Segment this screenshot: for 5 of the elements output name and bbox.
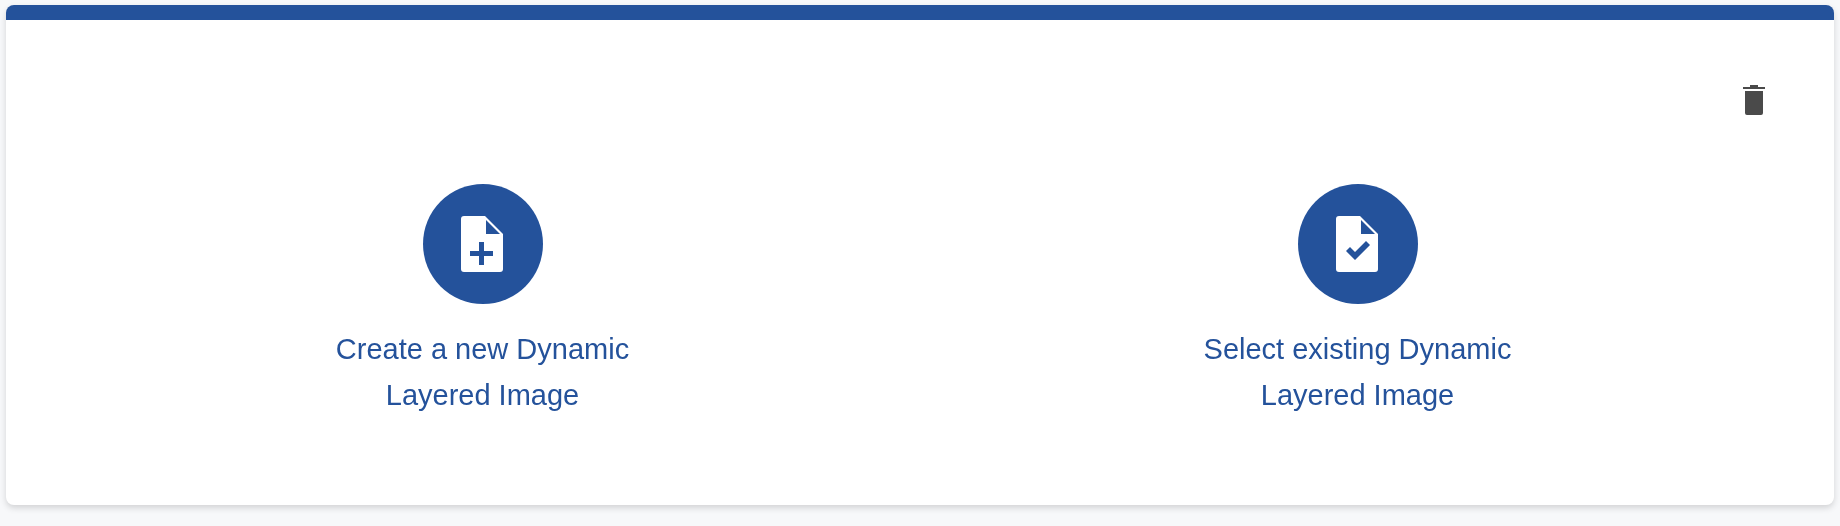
- file-check-icon[interactable]: [1297, 184, 1418, 304]
- trash-icon[interactable]: [1742, 84, 1766, 116]
- option-label[interactable]: Create a new Dynamic Layered Image: [287, 326, 678, 418]
- option-label[interactable]: Select existing Dynamic Layered Image: [1162, 326, 1553, 418]
- add-file-icon[interactable]: [422, 184, 543, 304]
